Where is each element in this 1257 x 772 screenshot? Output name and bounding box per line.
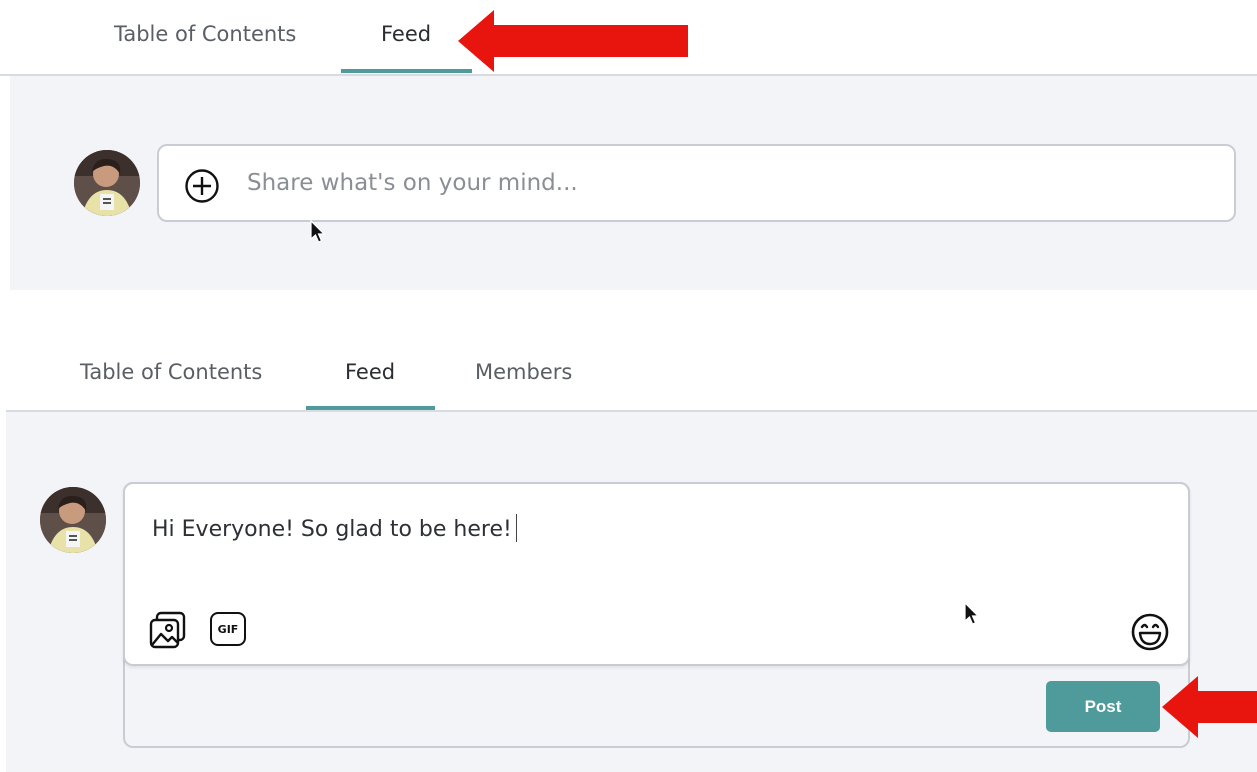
tab-feed[interactable]: Feed [381, 22, 431, 46]
tab-table-of-contents[interactable]: Table of Contents [114, 22, 296, 46]
mouse-cursor-icon [310, 219, 326, 243]
post-text-value: Hi Everyone! So glad to be here! [152, 517, 512, 542]
active-tab-indicator [341, 69, 472, 73]
tab-bar: Table of Contents Feed Members [6, 290, 1257, 412]
tab-feed[interactable]: Feed [345, 360, 395, 384]
share-input-placeholder: Share what's on your mind... [247, 170, 578, 196]
plus-circle-icon[interactable] [184, 168, 220, 204]
active-tab-indicator [306, 406, 435, 410]
feed-panel-collapsed: Table of Contents Feed Share what's on y… [0, 0, 1257, 290]
tab-table-of-contents[interactable]: Table of Contents [80, 360, 262, 384]
post-text-area[interactable] [123, 482, 1190, 666]
post-button[interactable]: Post [1046, 681, 1160, 732]
avatar [40, 487, 106, 553]
image-icon[interactable] [148, 610, 188, 650]
avatar [74, 150, 140, 216]
share-input[interactable]: Share what's on your mind... [157, 144, 1236, 222]
mouse-cursor-icon [964, 601, 980, 625]
annotation-arrow-icon [1162, 676, 1257, 738]
tab-members[interactable]: Members [475, 360, 572, 384]
gif-icon-label: GIF [217, 622, 239, 636]
emoji-icon[interactable] [1130, 612, 1170, 652]
post-text: Hi Everyone! So glad to be here! [152, 514, 517, 542]
text-caret [515, 514, 517, 542]
annotation-arrow-icon [458, 10, 688, 72]
gif-icon[interactable]: GIF [210, 612, 246, 646]
